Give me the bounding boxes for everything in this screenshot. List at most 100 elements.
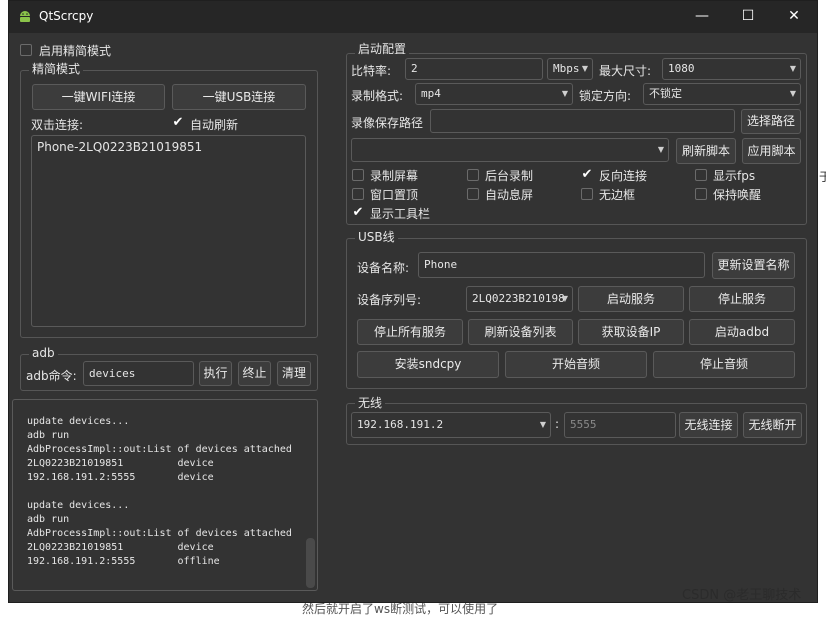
log-line: adb run (27, 514, 70, 525)
record-path-label: 录像保存路径 (351, 116, 424, 130)
wifi-connect-button[interactable]: 一键WIFI连接 (32, 84, 165, 110)
background-right-char: 于 (819, 170, 826, 184)
lock-orientation-value: 不锁定 (649, 87, 682, 100)
apply-script-button[interactable]: 应用脚本 (742, 138, 801, 164)
record-screen-checkbox[interactable] (352, 169, 364, 181)
port-input[interactable]: 5555 (564, 412, 676, 438)
serial-value: 2LQ0223B210198 (472, 292, 565, 305)
show-toolbar-checkbox[interactable]: ✔ (352, 206, 364, 219)
port-separator: : (555, 417, 560, 431)
log-line: update devices... (27, 500, 130, 511)
wireless-ip-select[interactable]: 192.168.191.2 ▼ (351, 412, 551, 438)
minimize-button[interactable]: — (679, 1, 725, 33)
auto-screen-off-checkbox[interactable] (467, 188, 479, 200)
record-path-input[interactable] (430, 109, 735, 133)
bitrate-input[interactable]: 2 (405, 58, 543, 80)
background-record-checkbox[interactable] (467, 169, 479, 181)
log-line: update devices... (27, 416, 130, 427)
port-placeholder: 5555 (570, 418, 597, 431)
background-record-label: 后台录制 (485, 169, 534, 183)
bitrate-unit-select[interactable]: Mbps ▼ (547, 58, 593, 80)
list-item[interactable]: Phone-2LQ0223B21019851 (37, 140, 202, 154)
app-window: QtScrcpy — ☐ ✕ 启用精简模式 精简模式 一键WIFI连接 一键US… (8, 0, 818, 603)
start-adbd-button[interactable]: 启动adbd (689, 319, 795, 345)
adb-execute-button[interactable]: 执行 (199, 361, 232, 386)
reverse-connect-label: 反向连接 (599, 169, 648, 183)
stay-awake-label: 保持唤醒 (713, 188, 762, 202)
log-output[interactable]: update devices... adb run AdbProcessImpl… (12, 399, 318, 591)
record-format-label: 录制格式: (351, 89, 404, 103)
log-line: 192.168.191.2:5555 offline (27, 556, 220, 567)
close-button[interactable]: ✕ (771, 1, 817, 33)
stop-all-services-button[interactable]: 停止所有服务 (357, 319, 463, 345)
show-toolbar-label: 显示工具栏 (370, 207, 431, 221)
wireless-connect-button[interactable]: 无线连接 (679, 412, 738, 438)
usb-group-title: USB线 (355, 230, 398, 244)
record-format-select[interactable]: mp4 ▼ (415, 83, 573, 105)
max-size-select[interactable]: 1080 ▼ (662, 58, 801, 80)
simple-mode-checkbox[interactable] (20, 44, 32, 56)
device-list[interactable]: Phone-2LQ0223B21019851 (31, 135, 306, 327)
adb-stop-button[interactable]: 终止 (238, 361, 271, 386)
refresh-device-list-button[interactable]: 刷新设备列表 (468, 319, 573, 345)
refresh-script-button[interactable]: 刷新脚本 (676, 138, 736, 164)
stop-audio-button[interactable]: 停止音频 (653, 351, 795, 378)
stay-awake-checkbox[interactable] (695, 188, 707, 200)
select-path-button[interactable]: 选择路径 (741, 109, 801, 134)
show-fps-checkbox[interactable] (695, 169, 707, 181)
csdn-watermark: CSDN @老王聊技术 (682, 588, 802, 603)
update-device-name-button[interactable]: 更新设置名称 (712, 252, 795, 279)
chevron-down-icon: ▼ (561, 294, 568, 303)
chevron-down-icon: ▼ (539, 420, 546, 429)
log-scrollbar[interactable] (306, 538, 315, 588)
install-sndcpy-button[interactable]: 安装sndcpy (357, 351, 499, 378)
auto-refresh-checkbox[interactable]: ✔ (172, 116, 184, 129)
chevron-down-icon: ▼ (561, 89, 568, 98)
window-on-top-checkbox[interactable] (352, 188, 364, 200)
simple-mode-label: 启用精简模式 (39, 44, 112, 58)
log-line: 2LQ0223B21019851 device (27, 542, 214, 553)
frameless-checkbox[interactable] (581, 188, 593, 200)
chevron-down-icon: ▼ (789, 64, 796, 73)
serial-label: 设备序列号: (357, 293, 422, 307)
adb-clear-button[interactable]: 清理 (277, 361, 311, 386)
wireless-ip-value: 192.168.191.2 (357, 418, 444, 431)
show-fps-label: 显示fps (713, 169, 756, 183)
maximize-button[interactable]: ☐ (725, 1, 771, 33)
reverse-connect-checkbox[interactable]: ✔ (581, 168, 593, 181)
script-select[interactable]: ▼ (351, 138, 669, 162)
chevron-down-icon: ▼ (789, 89, 796, 98)
max-size-value: 1080 (668, 62, 695, 75)
stop-service-button[interactable]: 停止服务 (689, 286, 795, 312)
title-bar[interactable]: QtScrcpy — ☐ ✕ (9, 1, 817, 33)
lock-orientation-label: 锁定方向: (579, 89, 632, 103)
window-title: QtScrcpy (39, 9, 94, 23)
record-screen-label: 录制屏幕 (370, 169, 419, 183)
lock-orientation-select[interactable]: 不锁定 ▼ (643, 83, 801, 105)
adb-group-title: adb (29, 346, 58, 360)
adb-command-label: adb命令: (26, 369, 77, 383)
android-icon (20, 11, 30, 22)
usb-connect-button[interactable]: 一键USB连接 (172, 84, 306, 110)
log-line: adb run (27, 430, 70, 441)
device-name-label: 设备名称: (357, 261, 410, 275)
start-service-button[interactable]: 启动服务 (578, 286, 684, 312)
max-size-label: 最大尺寸: (599, 64, 652, 78)
chevron-down-icon: ▼ (581, 64, 588, 73)
start-audio-button[interactable]: 开始音频 (505, 351, 647, 378)
start-config-group-title: 启动配置 (355, 42, 410, 56)
frameless-label: 无边框 (599, 188, 636, 202)
wireless-group-title: 无线 (355, 396, 386, 410)
log-line: AdbProcessImpl::out:List of devices atta… (27, 528, 292, 539)
serial-select[interactable]: 2LQ0223B210198 ▼ (466, 286, 573, 312)
auto-screen-off-label: 自动息屏 (485, 188, 534, 202)
device-name-input[interactable]: Phone (418, 252, 705, 278)
double-click-label: 双击连接: (31, 118, 84, 132)
auto-refresh-label: 自动刷新 (190, 118, 239, 132)
adb-command-input[interactable]: devices (83, 361, 194, 386)
record-format-value: mp4 (421, 87, 441, 100)
bitrate-unit-value: Mbps (553, 62, 580, 75)
log-line: AdbProcessImpl::out:List of devices atta… (27, 444, 292, 455)
wireless-disconnect-button[interactable]: 无线断开 (743, 412, 802, 438)
get-device-ip-button[interactable]: 获取设备IP (578, 319, 684, 345)
